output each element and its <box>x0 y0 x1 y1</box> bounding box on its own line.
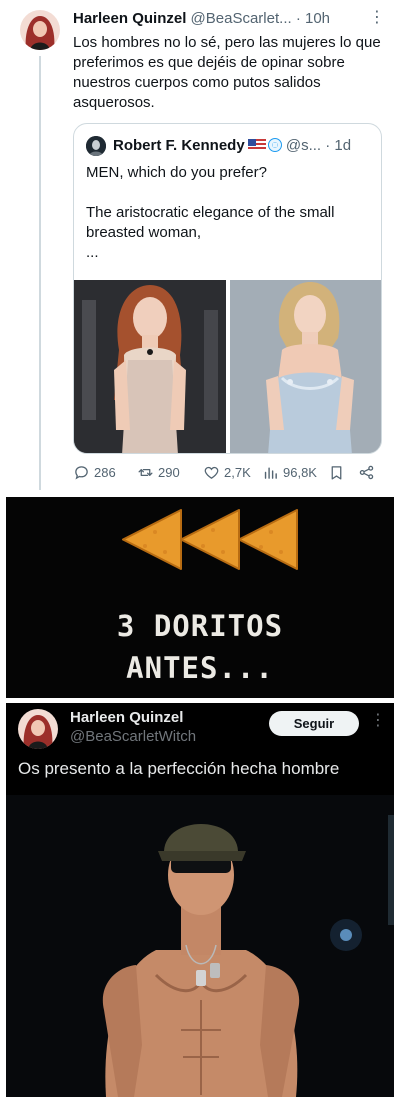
quoted-text: MEN, which do you prefer? The aristocrat… <box>86 164 335 261</box>
like-button[interactable]: 2,7K <box>203 464 251 481</box>
quote-tweet-screenshot: Harleen Quinzel @BeaScarlet... · 10h ⋮ L… <box>0 0 400 490</box>
tweet-time[interactable]: · 10h <box>296 10 330 27</box>
heart-icon <box>204 466 219 479</box>
quoted-tweet[interactable]: Robert F. Kennedy @s... · 1d MEN, which … <box>73 123 382 454</box>
doritos-meme: 3 DORITOS ANTES... <box>6 497 394 698</box>
tweet-text: Los hombres no lo sé, pero las mujeres l… <box>73 34 381 111</box>
avatar[interactable] <box>20 10 60 50</box>
quoted-time[interactable]: · 1d <box>325 137 351 154</box>
meme-caption-line1: 3 DORITOS <box>116 609 284 643</box>
like-count: 2,7K <box>224 465 251 480</box>
follow-button[interactable]: Seguir <box>269 711 359 736</box>
repost-button[interactable]: 290 <box>137 464 180 481</box>
share-icon <box>359 465 374 480</box>
bookmark-icon <box>331 466 342 480</box>
rewind-doritos-icon <box>122 509 298 570</box>
author-handle[interactable]: @BeaScarlet... <box>191 10 292 27</box>
author-name[interactable]: Harleen Quinzel <box>70 709 183 726</box>
more-vertical-icon[interactable]: ⋮ <box>370 713 386 729</box>
more-vertical-icon[interactable]: ⋮ <box>369 10 385 26</box>
views-button[interactable]: 96,8K <box>262 464 317 481</box>
views-chart-icon <box>264 467 277 479</box>
tweet-actions: 286 290 2,7K 96,8K <box>73 464 385 484</box>
dark-mode-tweet: Harleen Quinzel @BeaScarletWitch Seguir … <box>6 703 394 1097</box>
photo-woman-blue-dress[interactable] <box>230 280 381 453</box>
meme-caption-line2: ANTES... <box>126 651 274 685</box>
tweet-text: Os presento a la perfección hecha hombre <box>18 759 340 778</box>
bookmark-button[interactable] <box>328 464 345 481</box>
author-handle[interactable]: @BeaScarletWitch <box>70 728 196 745</box>
thread-line <box>39 56 41 490</box>
tweet-header: Harleen Quinzel @BeaScarlet... · 10h <box>73 10 383 30</box>
quoted-author-handle[interactable]: @s... <box>286 137 321 154</box>
quoted-author-name[interactable]: Robert F. Kennedy <box>113 137 245 154</box>
views-count: 96,8K <box>283 465 317 480</box>
quoted-avatar <box>86 136 106 156</box>
reply-button[interactable]: 286 <box>73 464 116 481</box>
repost-count: 290 <box>158 465 180 480</box>
share-button[interactable] <box>358 464 375 481</box>
repost-icon <box>138 469 153 476</box>
photo-woman-silver-dress[interactable] <box>74 280 226 453</box>
us-flag-icon <box>247 139 266 151</box>
avatar[interactable] <box>18 709 58 749</box>
reply-icon <box>75 466 88 480</box>
reply-count: 286 <box>94 465 116 480</box>
photo-shirtless-man-cap[interactable] <box>6 795 394 1097</box>
author-name[interactable]: Harleen Quinzel <box>73 10 186 27</box>
globe-icon <box>267 138 282 152</box>
quoted-header: Robert F. Kennedy @s... · 1d <box>113 137 375 154</box>
